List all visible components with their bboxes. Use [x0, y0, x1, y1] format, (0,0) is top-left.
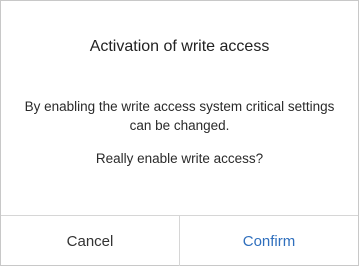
dialog-button-bar: Cancel Confirm [1, 215, 358, 266]
confirm-button[interactable]: Confirm [180, 216, 358, 266]
write-access-dialog: Activation of write access By enabling t… [0, 0, 359, 266]
cancel-button[interactable]: Cancel [1, 216, 180, 266]
dialog-message: By enabling the write access system crit… [24, 99, 335, 133]
dialog-title: Activation of write access [89, 38, 270, 55]
dialog-question: Really enable write access? [95, 151, 264, 166]
